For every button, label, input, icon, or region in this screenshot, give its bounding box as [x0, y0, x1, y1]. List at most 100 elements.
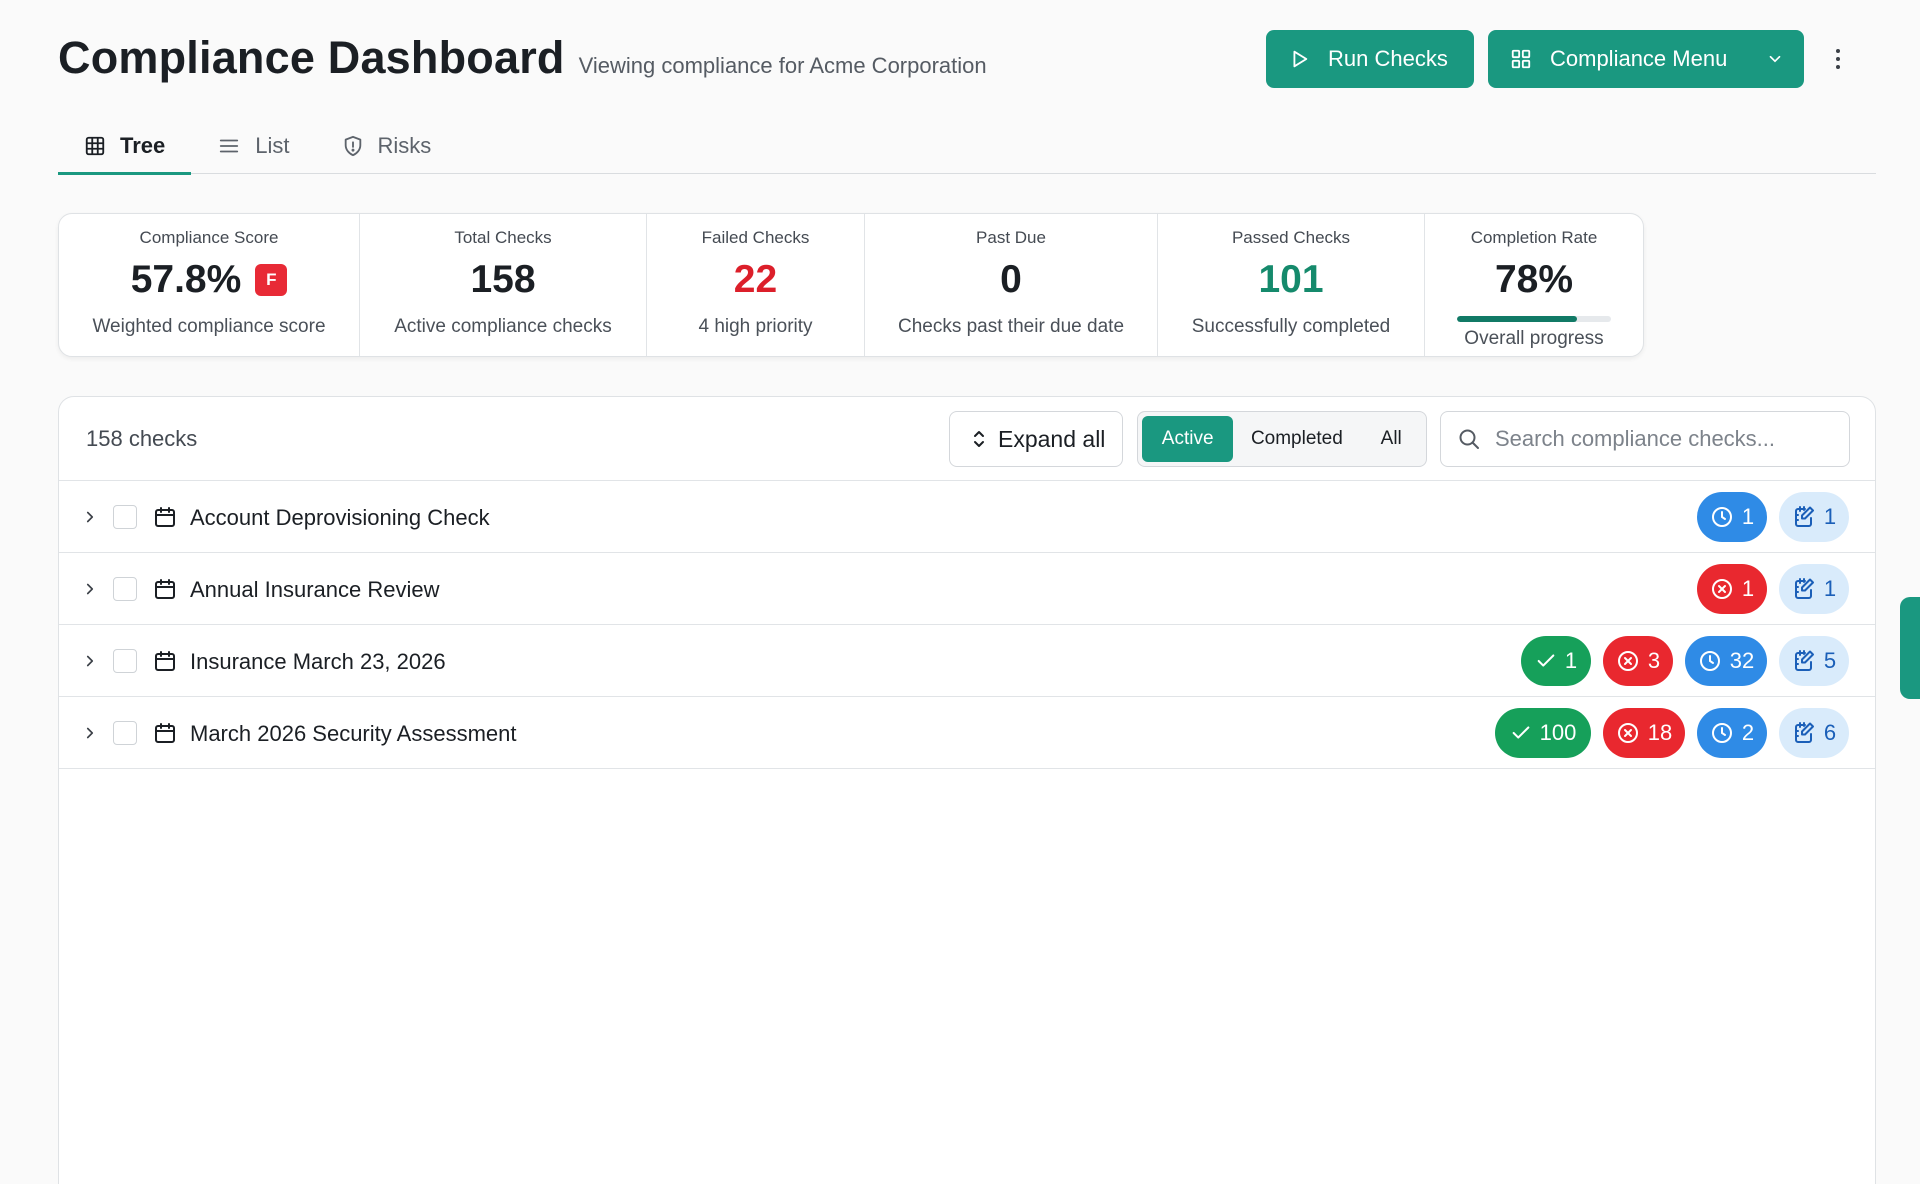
title-group: Compliance Dashboard Viewing compliance … [58, 32, 987, 84]
stat-total-checks: Total Checks 158 Active compliance check… [360, 214, 647, 356]
chevron-right-icon[interactable] [81, 579, 99, 599]
notes-count: 6 [1823, 720, 1837, 745]
tab-tree[interactable]: Tree [58, 118, 192, 175]
stat-label: Compliance Score [139, 228, 279, 247]
notes-count-pill[interactable]: 6 [1779, 708, 1849, 758]
pending-count: 32 [1729, 648, 1755, 673]
status-pills: 1 3 32 5 [1521, 636, 1849, 686]
calendar-icon [153, 721, 177, 745]
failed-count-pill[interactable]: 18 [1603, 708, 1685, 758]
stat-value: 101 [1258, 258, 1324, 301]
compliance-menu-button[interactable]: Compliance Menu [1488, 30, 1804, 88]
check-icon [1510, 722, 1532, 744]
grid-icon [84, 135, 106, 157]
tab-list-label: List [255, 133, 290, 158]
x-circle-icon [1616, 721, 1640, 745]
search-box [1440, 411, 1850, 467]
status-pills: 1 1 [1697, 492, 1849, 542]
check-name: Insurance March 23, 2026 [190, 649, 446, 674]
notes-count: 5 [1823, 648, 1837, 673]
apps-grid-icon [1510, 48, 1532, 70]
pending-count-pill[interactable]: 1 [1697, 492, 1767, 542]
compliance-menu-label: Compliance Menu [1550, 46, 1728, 71]
search-input[interactable] [1495, 426, 1835, 452]
side-panel-handle[interactable] [1900, 597, 1920, 699]
tab-risks-label: Risks [377, 133, 432, 158]
clock-icon [1710, 721, 1734, 745]
page-title: Compliance Dashboard [58, 32, 565, 83]
check-row[interactable]: Annual Insurance Review 1 1 [59, 553, 1875, 625]
stat-label: Past Due [976, 228, 1046, 247]
check-row[interactable]: March 2026 Security Assessment 100 18 2 … [59, 697, 1875, 769]
stat-label: Completion Rate [1470, 228, 1598, 247]
stat-passed-checks: Passed Checks 101 Successfully completed [1158, 214, 1425, 356]
expand-all-button[interactable]: Expand all [949, 411, 1123, 467]
notes-count-pill[interactable]: 1 [1779, 492, 1849, 542]
score-value: 57.8% [130, 258, 242, 301]
chevron-right-icon[interactable] [81, 651, 99, 671]
stat-failed-checks: Failed Checks 22 4 high priority [647, 214, 865, 356]
row-checkbox[interactable] [113, 649, 137, 673]
tab-list[interactable]: List [191, 118, 315, 174]
stat-value: 22 [733, 258, 778, 301]
filter-completed[interactable]: Completed [1233, 416, 1360, 462]
checks-count: 158 checks [86, 426, 198, 451]
tab-risks[interactable]: Risks [316, 118, 458, 174]
chevron-right-icon[interactable] [81, 723, 99, 743]
stat-compliance-score: Compliance Score 57.8% F Weighted compli… [59, 214, 360, 356]
status-filter: Active Completed All [1137, 411, 1427, 467]
page-header: Compliance Dashboard Viewing compliance … [58, 30, 1858, 90]
passed-count-pill[interactable]: 1 [1521, 636, 1591, 686]
stat-label: Total Checks [454, 228, 552, 247]
checks-toolbar: 158 checks Expand all Active Completed A… [59, 397, 1875, 481]
passed-count: 100 [1539, 720, 1577, 745]
completion-progress-fill [1457, 316, 1578, 322]
expand-collapse-icon [972, 429, 986, 449]
list-icon [217, 135, 241, 157]
calendar-icon [153, 505, 177, 529]
notes-count: 1 [1823, 576, 1837, 601]
stat-label: Passed Checks [1231, 228, 1351, 247]
failed-count-pill[interactable]: 1 [1697, 564, 1767, 614]
pending-count-pill[interactable]: 2 [1697, 708, 1767, 758]
clock-icon [1710, 505, 1734, 529]
row-checkbox[interactable] [113, 721, 137, 745]
passed-count-pill[interactable]: 100 [1495, 708, 1591, 758]
notes-count-pill[interactable]: 1 [1779, 564, 1849, 614]
stat-value: 158 [470, 258, 536, 301]
row-checkbox[interactable] [113, 505, 137, 529]
filter-all[interactable]: All [1360, 416, 1422, 462]
x-circle-icon [1710, 577, 1734, 601]
clock-icon [1698, 649, 1722, 673]
stat-description: Overall progress [1464, 328, 1604, 349]
stat-description: Successfully completed [1191, 316, 1391, 337]
pending-count-pill[interactable]: 32 [1685, 636, 1767, 686]
more-options-button[interactable] [1818, 30, 1858, 88]
notepad-icon [1792, 721, 1816, 745]
check-row[interactable]: Insurance March 23, 2026 1 3 32 5 [59, 625, 1875, 697]
stat-description: Checks past their due date [897, 316, 1125, 337]
filter-active[interactable]: Active [1142, 416, 1234, 462]
notes-count-pill[interactable]: 5 [1779, 636, 1849, 686]
check-row[interactable]: Account Deprovisioning Check 1 1 [59, 481, 1875, 553]
failed-count: 1 [1741, 576, 1755, 601]
stat-description: Weighted compliance score [92, 316, 326, 337]
chevron-right-icon[interactable] [81, 507, 99, 527]
run-checks-button[interactable]: Run Checks [1266, 30, 1474, 88]
pending-count: 1 [1741, 504, 1755, 529]
failed-count-pill[interactable]: 3 [1603, 636, 1673, 686]
row-checkbox[interactable] [113, 577, 137, 601]
expand-all-label: Expand all [998, 425, 1106, 452]
calendar-icon [153, 577, 177, 601]
notepad-icon [1792, 649, 1816, 673]
stat-value: 57.8% F [131, 258, 288, 302]
pending-count: 2 [1741, 720, 1755, 745]
check-name: Annual Insurance Review [190, 577, 440, 602]
failed-count: 18 [1647, 720, 1673, 745]
checks-panel: 158 checks Expand all Active Completed A… [58, 396, 1876, 1184]
x-circle-icon [1616, 649, 1640, 673]
check-name: March 2026 Security Assessment [190, 721, 517, 746]
passed-count: 1 [1564, 648, 1578, 673]
status-pills: 100 18 2 6 [1495, 708, 1849, 758]
stats-bar: Compliance Score 57.8% F Weighted compli… [58, 213, 1644, 357]
